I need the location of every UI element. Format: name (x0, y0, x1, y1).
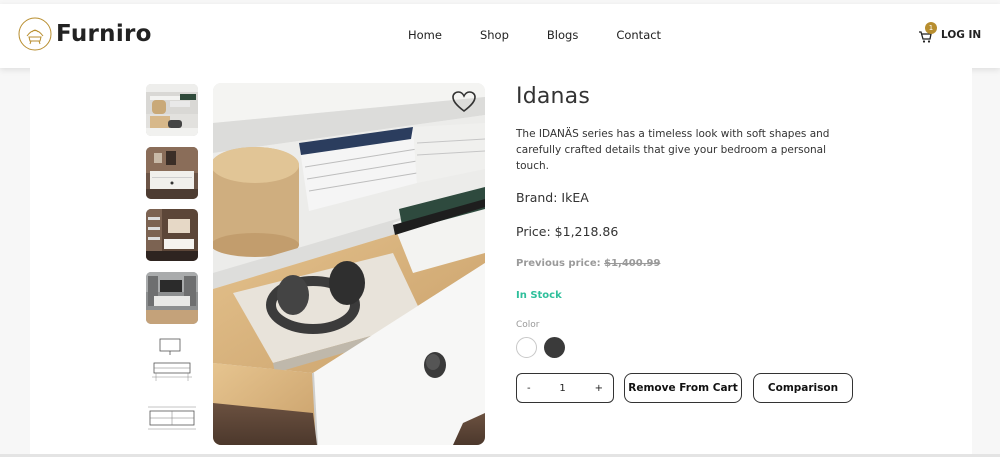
previous-price: Previous price: $1,400.99 (516, 258, 660, 269)
thumbnail-4[interactable] (146, 272, 198, 324)
comparison-button[interactable]: Comparison (753, 373, 853, 403)
thumbnail-5[interactable] (146, 335, 198, 387)
thumbnail-image (146, 397, 198, 449)
color-label: Color (516, 320, 540, 330)
nav-home[interactable]: Home (408, 28, 442, 42)
site-header: Furniro Home Shop Blogs Contact 1 LOG IN (0, 4, 1000, 68)
main-nav: Home Shop Blogs Contact (408, 28, 699, 42)
product-price: Price: $1,218.86 (516, 224, 619, 239)
nav-contact[interactable]: Contact (616, 28, 661, 42)
thumbnail-3[interactable] (146, 209, 198, 261)
product-description: The IDANÄS series has a timeless look wi… (516, 128, 830, 172)
color-swatch-dark[interactable] (544, 337, 565, 358)
thumbnail-image (146, 335, 198, 387)
color-swatch-white[interactable] (516, 337, 537, 358)
product-photo (213, 83, 485, 445)
nav-shop[interactable]: Shop (480, 28, 509, 42)
product-main-image[interactable] (213, 83, 485, 445)
thumbnail-image (146, 84, 198, 136)
product-brand: Brand: IkEA (516, 190, 589, 205)
login-link[interactable]: LOG IN (941, 29, 981, 41)
quantity-increase-button[interactable]: + (595, 383, 603, 394)
favorite-heart-icon[interactable] (451, 90, 477, 114)
stock-status: In Stock (516, 290, 562, 301)
thumbnail-image (146, 209, 198, 261)
nav-blogs[interactable]: Blogs (547, 28, 578, 42)
product-title: Idanas (516, 84, 591, 109)
cart-count-badge: 1 (925, 22, 937, 34)
quantity-decrease-button[interactable]: - (527, 383, 531, 394)
brand-logo[interactable]: Furniro (18, 17, 152, 51)
thumbnail-1[interactable] (146, 84, 198, 136)
previous-price-value: $1,400.99 (604, 258, 661, 269)
quantity-stepper: - 1 + (516, 373, 614, 403)
thumbnail-6[interactable] (146, 397, 198, 449)
previous-price-label: Previous price: (516, 258, 601, 269)
thumbnail-image (146, 272, 198, 324)
thumbnail-2[interactable] (146, 147, 198, 199)
quantity-value[interactable]: 1 (559, 383, 565, 394)
brand-name: Furniro (56, 21, 152, 47)
thumbnail-image (146, 147, 198, 199)
logo-icon (18, 17, 52, 51)
remove-from-cart-button[interactable]: Remove From Cart (624, 373, 742, 403)
